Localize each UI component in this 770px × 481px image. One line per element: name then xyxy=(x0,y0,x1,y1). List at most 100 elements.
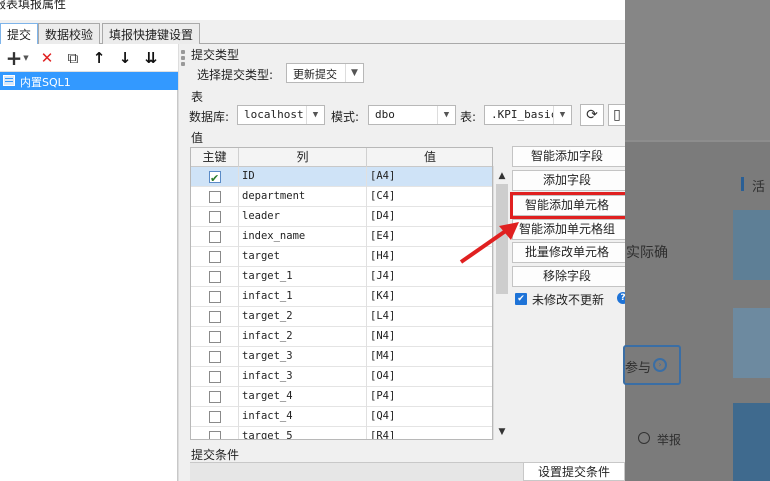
background-confirm-text: 实际确 xyxy=(626,245,668,261)
tab-shortcut-settings[interactable]: 填报快捷键设置 xyxy=(102,23,201,44)
primary-key-cell xyxy=(191,387,239,407)
primary-key-checkbox[interactable] xyxy=(209,391,221,403)
schema-select[interactable]: dbo ▼ xyxy=(368,105,456,125)
database-value: localhost xyxy=(244,108,304,121)
participate-button[interactable]: 参与 › xyxy=(623,345,681,385)
tab-submit[interactable]: 提交 xyxy=(0,23,39,45)
move-down-icon[interactable]: ↓ xyxy=(115,48,135,68)
value-cell[interactable]: [R4] xyxy=(367,427,492,439)
primary-key-checkbox[interactable] xyxy=(209,431,221,439)
primary-key-checkbox[interactable] xyxy=(209,251,221,263)
table-value: .KPI_basic xyxy=(491,108,558,121)
copy-icon[interactable]: ⧉ xyxy=(63,48,83,68)
table-row[interactable]: infact_1 [K4] xyxy=(191,287,492,307)
scroll-down-icon[interactable]: ▼ xyxy=(494,424,510,440)
delete-icon[interactable]: ✕ xyxy=(37,48,57,68)
value-cell[interactable]: [Q4] xyxy=(367,407,492,427)
submit-condition-section-label: 提交条件 xyxy=(191,448,240,462)
table-row[interactable]: infact_3 [O4] xyxy=(191,367,492,387)
panel-splitter[interactable] xyxy=(178,44,188,481)
tab-strip: 提交 数据校验 填报快捷键设置 xyxy=(0,20,625,45)
grid-header: 主键 列 值 xyxy=(191,148,492,167)
primary-key-checkbox[interactable] xyxy=(209,169,221,187)
report-link[interactable]: 举报 xyxy=(657,431,681,448)
value-cell[interactable]: [J4] xyxy=(367,267,492,287)
table-row[interactable]: department [C4] xyxy=(191,187,492,207)
table-view-icon[interactable]: ▯ xyxy=(608,104,625,126)
tree-item-sql1[interactable]: 内置SQL1 xyxy=(0,72,178,90)
database-label: 数据库: xyxy=(189,110,230,124)
column-cell[interactable]: infact_1 xyxy=(239,287,367,307)
primary-key-checkbox[interactable] xyxy=(209,211,221,223)
background-header xyxy=(625,0,770,140)
table-row[interactable]: target_5 [R4] xyxy=(191,427,492,439)
move-up-icon[interactable]: ↑ xyxy=(89,48,109,68)
value-cell[interactable]: [M4] xyxy=(367,347,492,367)
value-cell[interactable]: [N4] xyxy=(367,327,492,347)
database-select[interactable]: localhost ▼ xyxy=(237,105,325,125)
column-cell[interactable]: target_4 xyxy=(239,387,367,407)
primary-key-cell xyxy=(191,207,239,227)
table-select[interactable]: .KPI_basic ▼ xyxy=(484,105,572,125)
value-cell[interactable]: [O4] xyxy=(367,367,492,387)
primary-key-checkbox[interactable] xyxy=(209,311,221,323)
value-cell[interactable]: [L4] xyxy=(367,307,492,327)
refresh-icon[interactable]: ⟳ xyxy=(580,104,604,126)
primary-key-checkbox[interactable] xyxy=(209,351,221,363)
primary-key-checkbox[interactable] xyxy=(209,411,221,423)
column-cell[interactable]: leader xyxy=(239,207,367,227)
primary-key-checkbox[interactable] xyxy=(209,371,221,383)
column-cell[interactable]: infact_4 xyxy=(239,407,367,427)
left-panel: + ▼ ✕ ⧉ ↑ ↓ ⇊ 内置SQL1 xyxy=(0,44,178,481)
primary-key-checkbox[interactable] xyxy=(209,231,221,243)
chevron-down-icon: ▼ xyxy=(553,106,571,124)
submit-type-label: 选择提交类型: xyxy=(197,68,274,82)
primary-key-checkbox[interactable] xyxy=(209,291,221,303)
arrow-right-icon: › xyxy=(653,358,667,372)
primary-key-cell xyxy=(191,427,239,439)
add-dropdown-icon[interactable]: ▼ xyxy=(22,48,30,68)
column-cell[interactable]: infact_2 xyxy=(239,327,367,347)
column-cell[interactable]: ID xyxy=(239,167,367,187)
scroll-up-icon[interactable]: ▲ xyxy=(494,168,510,184)
value-cell[interactable]: [P4] xyxy=(367,387,492,407)
column-cell[interactable]: target_1 xyxy=(239,267,367,287)
primary-key-checkbox[interactable] xyxy=(209,331,221,343)
column-cell[interactable]: department xyxy=(239,187,367,207)
header-value[interactable]: 值 xyxy=(367,148,492,167)
column-cell[interactable]: target_5 xyxy=(239,427,367,439)
table-row[interactable]: leader [D4] xyxy=(191,207,492,227)
table-row[interactable]: target_4 [P4] xyxy=(191,387,492,407)
submit-type-select[interactable]: 更新提交 ▼ xyxy=(286,63,364,83)
table-row[interactable]: index_name [E4] xyxy=(191,227,492,247)
grid-scrollbar[interactable]: ▲ ▼ xyxy=(493,166,510,440)
tab-data-validation[interactable]: 数据校验 xyxy=(38,23,101,44)
table-row[interactable]: target_1 [J4] xyxy=(191,267,492,287)
value-cell[interactable]: [A4] xyxy=(367,167,492,187)
header-column[interactable]: 列 xyxy=(239,148,367,167)
table-row[interactable]: target [H4] xyxy=(191,247,492,267)
table-row[interactable]: infact_2 [N4] xyxy=(191,327,492,347)
table-row[interactable]: infact_4 [Q4] xyxy=(191,407,492,427)
table-row[interactable]: ID[A4] xyxy=(191,167,492,187)
column-cell[interactable]: target_2 xyxy=(239,307,367,327)
column-cell[interactable]: index_name xyxy=(239,227,367,247)
column-cell[interactable]: target xyxy=(239,247,367,267)
table-row[interactable]: target_3 [M4] xyxy=(191,347,492,367)
value-cell[interactable]: [C4] xyxy=(367,187,492,207)
column-cell[interactable]: target_3 xyxy=(239,347,367,367)
chevron-down-icon: ▼ xyxy=(345,64,363,82)
chevron-down-icon: ▼ xyxy=(437,106,455,124)
primary-key-cell xyxy=(191,347,239,367)
primary-key-checkbox[interactable] xyxy=(209,191,221,203)
primary-key-cell xyxy=(191,287,239,307)
header-primary-key[interactable]: 主键 xyxy=(191,148,239,167)
primary-key-checkbox[interactable] xyxy=(209,271,221,283)
column-cell[interactable]: infact_3 xyxy=(239,367,367,387)
value-cell[interactable]: [K4] xyxy=(367,287,492,307)
move-bottom-icon[interactable]: ⇊ xyxy=(141,48,161,68)
schema-value: dbo xyxy=(375,108,395,121)
table-row[interactable]: target_2 [L4] xyxy=(191,307,492,327)
add-icon[interactable]: + xyxy=(4,48,24,68)
set-submit-condition-button[interactable]: 设置提交条件 xyxy=(523,462,625,481)
